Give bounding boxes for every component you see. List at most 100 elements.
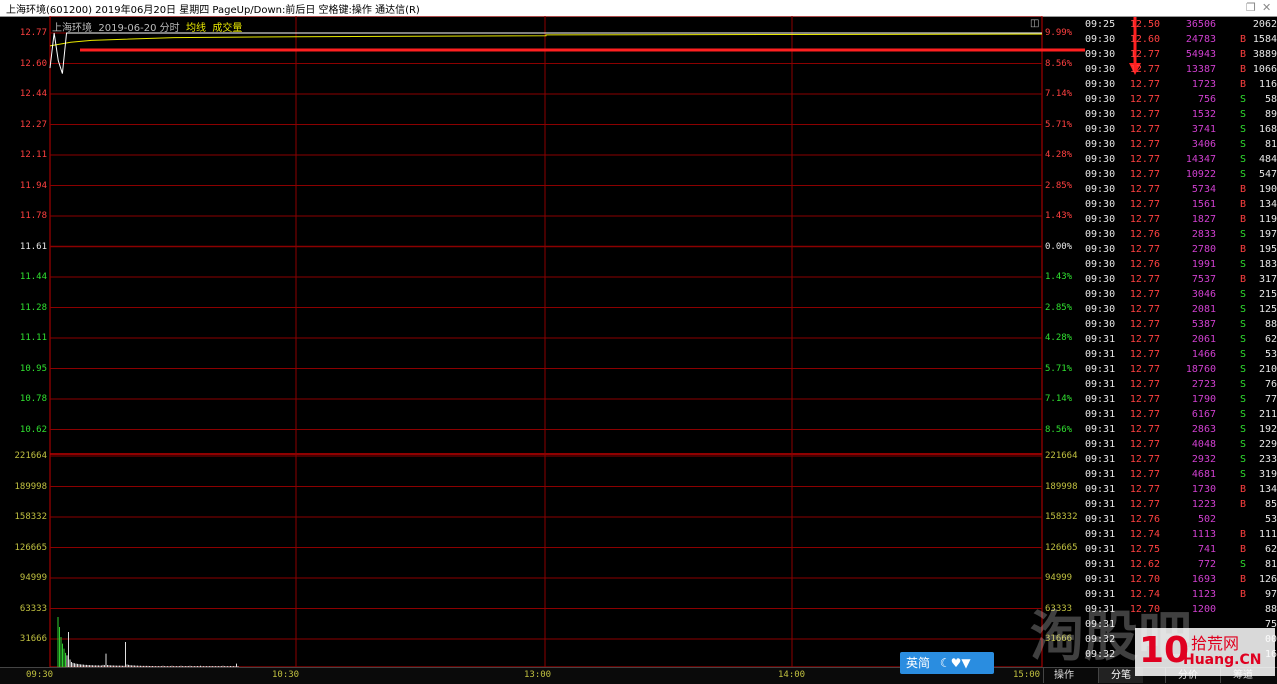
tick-row[interactable]: 09:30 12.77 54943 B 3889 bbox=[1085, 47, 1277, 62]
tick-row[interactable]: 09:31 12.77 4048 S 229 bbox=[1085, 437, 1277, 452]
tick-row[interactable]: 09:31 12.77 18760 S 210 bbox=[1085, 362, 1277, 377]
tick-count: 77 bbox=[1264, 394, 1277, 405]
legend-volume: 成交量 bbox=[212, 23, 243, 34]
tick-price: 12.77 bbox=[1129, 199, 1160, 210]
tick-row[interactable]: 09:31 12.70 1693 B 126 bbox=[1085, 572, 1277, 587]
tick-volume: 3741 bbox=[1191, 124, 1216, 135]
close-icon[interactable]: ✕ bbox=[1262, 1, 1271, 14]
pct-label: 9.99% bbox=[1045, 28, 1073, 38]
tick-count: 134 bbox=[1258, 484, 1277, 495]
tick-row[interactable]: 09:30 12.77 3406 S 81 bbox=[1085, 137, 1277, 152]
tick-price: 12.77 bbox=[1129, 364, 1160, 375]
tick-row[interactable]: 09:31 12.75 741 B 62 bbox=[1085, 542, 1277, 557]
tick-volume: 3406 bbox=[1191, 139, 1216, 150]
tick-price: 12.77 bbox=[1129, 244, 1160, 255]
tick-row[interactable]: 09:31 12.77 6167 S 211 bbox=[1085, 407, 1277, 422]
price-label: 12.60 bbox=[19, 58, 47, 69]
tick-count: 215 bbox=[1258, 289, 1277, 300]
tick-price: 12.77 bbox=[1129, 79, 1160, 90]
tick-row[interactable]: 09:31 12.77 1790 S 77 bbox=[1085, 392, 1277, 407]
tick-count: 190 bbox=[1258, 184, 1277, 195]
pct-label: 4.28% bbox=[1045, 333, 1073, 343]
tick-price: 12.77 bbox=[1129, 49, 1160, 60]
time-label: 09:30 bbox=[26, 670, 54, 680]
tick-count: 197 bbox=[1258, 229, 1277, 240]
tick-row[interactable]: 09:31 12.77 2863 S 192 bbox=[1085, 422, 1277, 437]
tick-count: 547 bbox=[1258, 169, 1277, 180]
tick-volume: 1561 bbox=[1191, 199, 1216, 210]
tick-row[interactable]: 09:25 12.50 36506 2062 bbox=[1085, 17, 1277, 32]
restore-icon[interactable]: ❐ bbox=[1246, 1, 1256, 14]
chart-legend: 上海环境 2019-06-20 分时 均线 成交量 bbox=[52, 19, 242, 34]
tick-count: 484 bbox=[1258, 154, 1277, 165]
tick-row[interactable]: 09:31 12.77 4681 S 319 bbox=[1085, 467, 1277, 482]
tick-row[interactable]: 09:31 12.77 2061 S 62 bbox=[1085, 332, 1277, 347]
pct-label: 4.28% bbox=[1045, 150, 1073, 160]
tick-row[interactable]: 09:31 12.74 1113 B 111 bbox=[1085, 527, 1277, 542]
ime-icons[interactable]: ☾♥▼ bbox=[940, 656, 971, 670]
tick-row[interactable]: 09:30 12.77 14347 S 484 bbox=[1085, 152, 1277, 167]
tick-row[interactable]: 09:30 12.60 24783 B 1584 bbox=[1085, 32, 1277, 47]
tick-count: 3889 bbox=[1252, 49, 1277, 60]
tick-row[interactable]: 09:31 12.76 502 53 bbox=[1085, 512, 1277, 527]
tick-price: 12.77 bbox=[1129, 394, 1160, 405]
tick-row[interactable]: 09:31 12.62 772 S 81 bbox=[1085, 557, 1277, 572]
tick-row[interactable]: 09:30 12.76 2833 S 197 bbox=[1085, 227, 1277, 242]
tick-count: 192 bbox=[1258, 424, 1277, 435]
tick-row[interactable]: 09:30 12.77 7537 B 317 bbox=[1085, 272, 1277, 287]
tick-count: 53 bbox=[1264, 514, 1277, 525]
watermark-num: 10 bbox=[1139, 630, 1190, 671]
tick-volume: 2061 bbox=[1191, 334, 1216, 345]
tick-row[interactable]: 09:31 12.77 2932 S 233 bbox=[1085, 452, 1277, 467]
tick-row[interactable]: 09:30 12.77 1827 B 119 bbox=[1085, 212, 1277, 227]
tick-row[interactable]: 09:30 12.77 756 S 58 bbox=[1085, 92, 1277, 107]
tick-time: 09:30 bbox=[1085, 229, 1116, 240]
tick-volume: 5387 bbox=[1191, 319, 1216, 330]
watermark-domain: Huang.CN bbox=[1183, 652, 1262, 668]
watermark-name: 拾荒网 bbox=[1191, 634, 1240, 653]
tick-time: 09:31 bbox=[1085, 454, 1116, 465]
collapse-icon[interactable]: ◫ bbox=[1030, 18, 1039, 29]
tick-time: 09:31 bbox=[1085, 544, 1116, 555]
price-label: 12.11 bbox=[19, 150, 47, 160]
pct-label: 1.43% bbox=[1045, 211, 1073, 221]
tick-row[interactable]: 09:30 12.77 3741 S 168 bbox=[1085, 122, 1277, 137]
tick-count: 233 bbox=[1258, 454, 1277, 465]
tick-row[interactable]: 09:30 12.77 2780 B 195 bbox=[1085, 242, 1277, 257]
tick-volume: 5734 bbox=[1191, 184, 1216, 195]
tick-volume: 2932 bbox=[1191, 454, 1216, 465]
tick-volume: 4681 bbox=[1191, 469, 1216, 480]
time-label: 15:00 bbox=[1013, 670, 1041, 680]
tick-row[interactable]: 09:30 12.77 2081 S 125 bbox=[1085, 302, 1277, 317]
volume-label-right: 221664 bbox=[1045, 451, 1078, 461]
tick-volume: 36506 bbox=[1185, 19, 1216, 30]
ime-toolbar[interactable]: 英简 ☾♥▼ bbox=[900, 652, 994, 674]
avg-price-line bbox=[49, 33, 1043, 47]
tick-row[interactable]: 09:30 12.77 1723 B 116 bbox=[1085, 77, 1277, 92]
tick-row[interactable]: 09:30 12.77 5734 B 190 bbox=[1085, 182, 1277, 197]
tick-row[interactable]: 09:31 12.77 2723 S 76 bbox=[1085, 377, 1277, 392]
tick-volume: 1730 bbox=[1191, 484, 1216, 495]
tick-price: 12.77 bbox=[1129, 484, 1160, 495]
tick-row[interactable]: 09:30 12.77 3046 S 215 bbox=[1085, 287, 1277, 302]
tick-row[interactable]: 09:31 12.77 1466 S 53 bbox=[1085, 347, 1277, 362]
intraday-chart[interactable] bbox=[0, 16, 1085, 667]
tick-row[interactable]: 09:30 12.77 10922 S 547 bbox=[1085, 167, 1277, 182]
tick-row[interactable]: 09:30 12.77 1532 S 89 bbox=[1085, 107, 1277, 122]
tick-price: 12.77 bbox=[1129, 124, 1160, 135]
tick-time: 09:30 bbox=[1085, 244, 1116, 255]
tick-volume: 1693 bbox=[1191, 574, 1216, 585]
tick-price: 12.77 bbox=[1129, 274, 1160, 285]
tick-row[interactable]: 09:31 12.77 1730 B 134 bbox=[1085, 482, 1277, 497]
price-label: 11.61 bbox=[19, 241, 47, 252]
tick-row[interactable]: 09:30 12.77 1561 B 134 bbox=[1085, 197, 1277, 212]
tick-row[interactable]: 09:30 12.77 13387 B 1066 bbox=[1085, 62, 1277, 77]
volume-label: 189998 bbox=[14, 481, 47, 492]
tick-row[interactable]: 09:31 12.77 1223 B 85 bbox=[1085, 497, 1277, 512]
volume-label-right: 94999 bbox=[1045, 573, 1073, 583]
pct-label: 1.43% bbox=[1045, 272, 1073, 282]
price-label: 11.94 bbox=[19, 180, 47, 191]
tick-row[interactable]: 09:30 12.76 1991 S 183 bbox=[1085, 257, 1277, 272]
plot-frame bbox=[49, 16, 1043, 667]
tick-row[interactable]: 09:30 12.77 5387 S 88 bbox=[1085, 317, 1277, 332]
